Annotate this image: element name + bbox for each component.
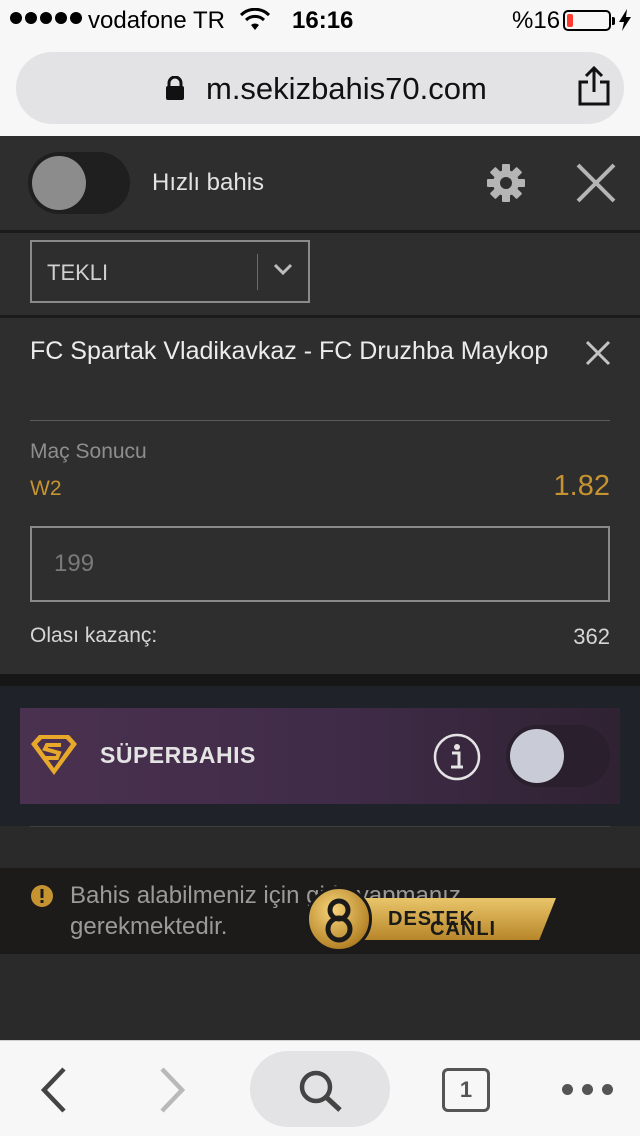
- live-support-label-part1: CANLI: [430, 918, 497, 940]
- bet-type-row: TEKLI: [0, 233, 640, 315]
- browser-address-area: m.sekizbahis70.com: [0, 40, 640, 136]
- url-text: m.sekizbahis70.com: [206, 71, 487, 106]
- battery-percent: %16: [512, 7, 561, 34]
- live-support-button[interactable]: CANLI DESTEK: [306, 882, 558, 954]
- section-separator: [0, 674, 640, 686]
- odds-value: 1.82: [553, 470, 610, 502]
- status-bar: vodafone TR 16:16 %16: [0, 0, 640, 40]
- live-support-bar: CANLI DESTEK: [346, 898, 556, 940]
- wifi-icon: [239, 7, 271, 39]
- search-icon: [299, 1070, 342, 1112]
- battery-icon: [563, 10, 615, 31]
- forward-icon[interactable]: [158, 1066, 188, 1119]
- info-icon[interactable]: [433, 733, 481, 786]
- quick-bet-toggle[interactable]: [28, 152, 130, 214]
- bet-card: FC Spartak Vladikavkaz - FC Druzhba Mayk…: [0, 318, 640, 674]
- match-name: FC Spartak Vladikavkaz - FC Druzhba Mayk…: [30, 337, 549, 365]
- charging-icon: [618, 9, 632, 38]
- quick-bet-label: Hızlı bahis: [152, 169, 265, 196]
- superbahis-logo-icon: [29, 734, 79, 781]
- browser-toolbar: 1: [0, 1040, 640, 1136]
- select-separator: [257, 254, 258, 290]
- remove-bet-close-icon[interactable]: [585, 340, 611, 371]
- superbahis-label: SÜPERBAHIS: [100, 742, 256, 768]
- bet-type-select[interactable]: TEKLI: [30, 240, 310, 303]
- back-icon[interactable]: [38, 1066, 68, 1119]
- address-bar[interactable]: m.sekizbahis70.com: [16, 52, 624, 124]
- clock: 16:16: [292, 7, 354, 34]
- possible-win-value: 362: [573, 624, 610, 649]
- superbahis-banner: SÜPERBAHIS: [20, 708, 620, 804]
- empty-area: [0, 954, 640, 1040]
- betslip-header: Hızlı bahis: [0, 136, 640, 230]
- close-icon[interactable]: [574, 161, 618, 210]
- gear-icon[interactable]: [486, 163, 526, 208]
- selection-name: W2: [30, 477, 62, 500]
- signal-strength-icon: [10, 12, 82, 24]
- search-button[interactable]: [250, 1051, 390, 1127]
- share-icon[interactable]: [576, 65, 612, 111]
- lock-icon: [164, 75, 186, 105]
- stake-input[interactable]: [30, 526, 610, 602]
- live-support-logo-icon: [306, 886, 372, 952]
- superbahis-toggle[interactable]: [506, 725, 610, 787]
- possible-win-label: Olası kazanç:: [30, 624, 158, 647]
- bet-type-value: TEKLI: [47, 260, 109, 285]
- superbahis-section: SÜPERBAHIS: [0, 686, 640, 826]
- tabs-button[interactable]: 1: [442, 1068, 490, 1112]
- divider: [30, 420, 610, 421]
- warning-icon: [30, 884, 54, 913]
- market-name: Maç Sonucu: [30, 440, 147, 463]
- more-dots-icon[interactable]: [562, 1084, 613, 1095]
- carrier-name: vodafone TR: [88, 7, 225, 34]
- chevron-down-icon: [272, 262, 294, 281]
- spacer: [0, 827, 640, 868]
